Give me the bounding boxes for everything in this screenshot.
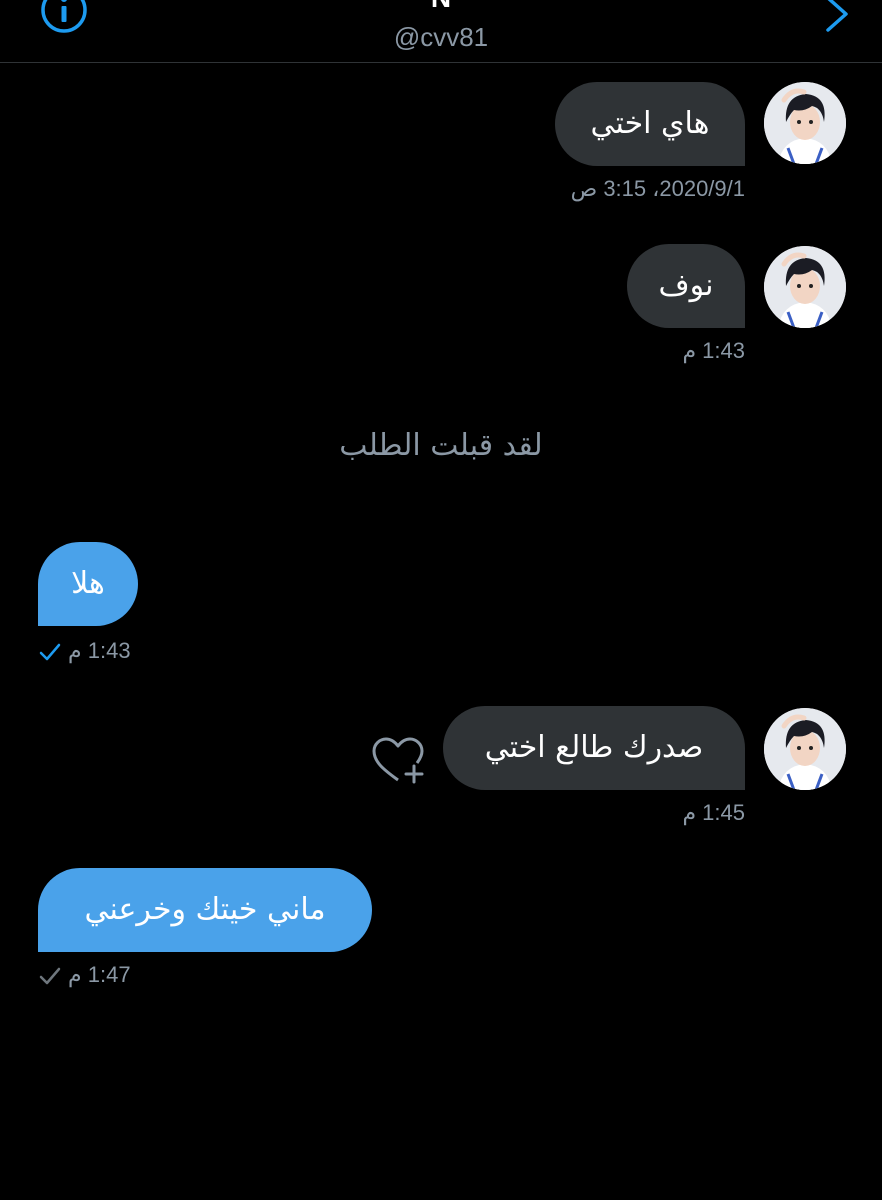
- system-message: لقد قبلت الطلب: [339, 428, 543, 463]
- check-icon: [39, 967, 61, 985]
- chevron-right-icon[interactable]: [822, 0, 852, 34]
- conversation-header: N @cvv81: [0, 0, 882, 63]
- message-bubble-outgoing[interactable]: ماني خيتك وخرعني: [38, 868, 372, 952]
- message-timestamp: 1:45 م: [682, 800, 745, 825]
- message-timestamp: 1:43 م: [682, 338, 745, 363]
- conversation-handle: @cvv81: [393, 22, 489, 52]
- message-bubble-incoming[interactable]: صدرك طالع اختي: [443, 706, 745, 790]
- avatar[interactable]: [764, 246, 846, 328]
- avatar[interactable]: [764, 708, 846, 790]
- message-bubble-incoming[interactable]: هاي اختي: [555, 82, 745, 166]
- message-timestamp: 1:43 م: [68, 638, 131, 663]
- message-bubble-outgoing[interactable]: هلا: [38, 542, 138, 626]
- conversation-name: N: [0, 0, 882, 14]
- check-icon: [39, 643, 61, 661]
- message-timestamp: 1:47 م: [68, 962, 131, 987]
- message-timestamp: 2020/9/1، 3:15 ص: [570, 176, 745, 201]
- message-bubble-incoming[interactable]: نوف: [627, 244, 745, 328]
- avatar[interactable]: [764, 82, 846, 164]
- heart-plus-icon[interactable]: [370, 736, 426, 786]
